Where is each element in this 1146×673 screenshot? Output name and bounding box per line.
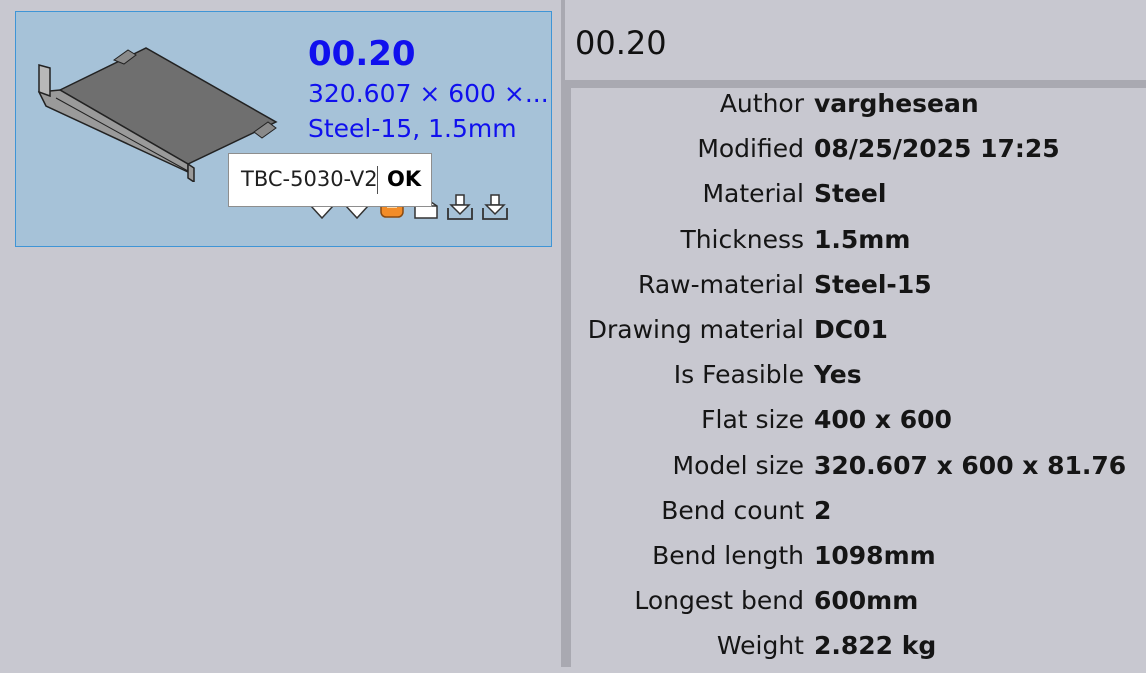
property-value: 1098mm [814, 540, 936, 570]
property-row-drawing-material: Drawing material DC01 [565, 312, 1146, 357]
download-icon[interactable] [480, 192, 510, 222]
property-value: 600mm [814, 586, 919, 616]
property-row-author: Author varghesean [565, 86, 1146, 131]
property-value: 2 [814, 495, 832, 525]
property-label: Longest bend [634, 586, 804, 616]
tooltip-status: OK [387, 167, 422, 191]
property-label: Drawing material [587, 314, 804, 344]
property-value: Yes [814, 360, 862, 390]
part-tooltip: TBC-5030-V2 OK [228, 153, 432, 207]
property-value: 2.822 kg [814, 631, 937, 661]
property-row-longest-bend: Longest bend 600mm [565, 583, 1146, 628]
property-label: Bend count [661, 495, 804, 525]
property-label: Author [719, 89, 804, 118]
property-value: DC01 [814, 314, 888, 344]
part-material: Steel-15, 1.5mm [308, 114, 517, 143]
property-label: Thickness [680, 224, 804, 254]
property-label: Model size [672, 450, 804, 480]
property-value: Steel [814, 179, 887, 209]
property-row-model-size: Model size 320.607 x 600 x 81.76 [565, 448, 1146, 493]
details-pane: 00.20 Author varghesean Modified 08/25/2… [565, 0, 1146, 667]
property-row-bend-count: Bend count 2 [565, 493, 1146, 538]
download-icon[interactable] [445, 192, 475, 222]
property-label: Modified [697, 134, 804, 164]
property-value: 1.5mm [814, 224, 911, 254]
property-value: 320.607 x 600 x 81.76 [814, 450, 1127, 480]
property-row-thickness: Thickness 1.5mm [565, 222, 1146, 267]
part-title: 00.20 [308, 34, 416, 74]
property-row-bend-length: Bend length 1098mm [565, 538, 1146, 583]
property-label: Material [702, 179, 804, 209]
part-dimensions: 320.607 × 600 ×... [308, 79, 549, 108]
part-card[interactable]: 00.20 320.607 × 600 ×... Steel-15, 1.5mm… [15, 11, 552, 247]
property-value: 400 x 600 [814, 405, 952, 435]
property-value: Steel-15 [814, 269, 932, 299]
property-value: varghesean [814, 89, 979, 118]
property-row-raw-material: Raw-material Steel-15 [565, 267, 1146, 312]
property-label: Is Feasible [673, 360, 804, 390]
property-row-modified: Modified 08/25/2025 17:25 [565, 131, 1146, 176]
property-label: Raw-material [638, 269, 804, 299]
parts-list-pane: 00.20 320.607 × 600 ×... Steel-15, 1.5mm… [0, 0, 561, 667]
property-row-flat-size: Flat size 400 x 600 [565, 402, 1146, 447]
property-label: Weight [716, 631, 804, 661]
property-row-is-feasible: Is Feasible Yes [565, 357, 1146, 402]
property-label: Bend length [652, 540, 804, 570]
property-label: Flat size [701, 405, 804, 435]
property-row-material: Material Steel [565, 176, 1146, 221]
property-row-weight: Weight 2.822 kg [565, 628, 1146, 673]
properties-list: Author varghesean Modified 08/25/2025 17… [565, 86, 1146, 673]
property-value: 08/25/2025 17:25 [814, 134, 1060, 164]
tooltip-part-name: TBC-5030-V2 [241, 167, 378, 191]
tooltip-separator [377, 166, 378, 194]
details-header: 00.20 [565, 0, 1146, 82]
details-title: 00.20 [575, 24, 667, 62]
